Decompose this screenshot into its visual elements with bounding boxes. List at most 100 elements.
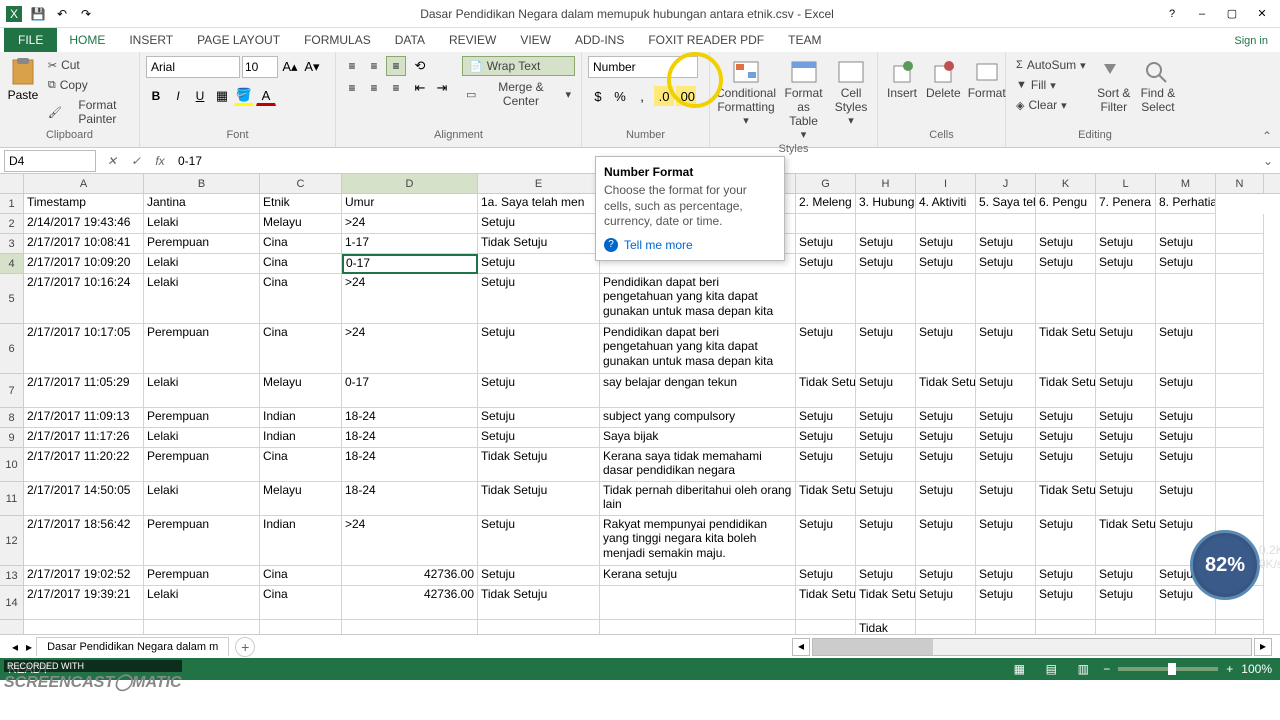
row-header[interactable]: 6	[0, 324, 24, 374]
cell[interactable]	[1216, 620, 1264, 634]
font-size-combo[interactable]	[242, 56, 278, 78]
cell[interactable]	[976, 620, 1036, 634]
cell[interactable]: Setuju	[1156, 374, 1216, 408]
cell[interactable]: Setuju	[1036, 566, 1096, 586]
cell[interactable]	[1216, 374, 1264, 408]
cell[interactable]: Tidak Setuju	[796, 374, 856, 408]
align-right-icon[interactable]: ≡	[386, 78, 406, 98]
cell[interactable]: Setuju	[916, 408, 976, 428]
cell[interactable]: 2/17/2017 10:17:05	[24, 324, 144, 374]
cell[interactable]	[1216, 254, 1264, 274]
align-middle-icon[interactable]: ≡	[364, 56, 384, 76]
cell[interactable]: Setuju	[478, 214, 600, 234]
cell[interactable]: Setuju	[976, 516, 1036, 566]
cell[interactable]: Setuju	[976, 234, 1036, 254]
cell[interactable]: Setuju	[1096, 566, 1156, 586]
cell[interactable]: >24	[342, 516, 478, 566]
cell[interactable]	[1096, 620, 1156, 634]
paste-button[interactable]: Paste	[6, 56, 40, 129]
cell[interactable]: >24	[342, 324, 478, 374]
cell[interactable]: Lelaki	[144, 214, 260, 234]
cell[interactable]: Perempuan	[144, 566, 260, 586]
col-header[interactable]: N	[1216, 174, 1264, 193]
cell[interactable]: 2/17/2017 11:09:13	[24, 408, 144, 428]
excel-icon[interactable]: X	[4, 4, 24, 24]
cell[interactable]: Tidak Setuju	[478, 234, 600, 254]
cell[interactable]: Setuju	[1036, 428, 1096, 448]
hscroll-right[interactable]: ▸	[1254, 638, 1272, 656]
expand-formula-bar-icon[interactable]: ⌄	[1256, 154, 1280, 168]
align-top-icon[interactable]: ≡	[342, 56, 362, 76]
cell[interactable]: Cina	[260, 566, 342, 586]
hscroll-left[interactable]: ◂	[792, 638, 810, 656]
fill-button[interactable]: ▼ Fill ▾	[1012, 76, 1090, 94]
cell[interactable]: Setuju	[916, 234, 976, 254]
cell[interactable]: Setuju	[1096, 482, 1156, 516]
cell[interactable]: 2/17/2017 11:17:26	[24, 428, 144, 448]
cell-styles-button[interactable]: Cell Styles▾	[831, 56, 871, 143]
sheet-nav-next[interactable]: ▸	[22, 640, 36, 654]
cell[interactable]: Setuju	[1036, 408, 1096, 428]
cell[interactable]	[24, 620, 144, 634]
cell[interactable]: Perempuan	[144, 448, 260, 482]
cell[interactable]: Setuju	[478, 516, 600, 566]
number-format-combo[interactable]	[588, 56, 698, 78]
cell[interactable]: Setuju	[478, 428, 600, 448]
cell[interactable]: Melayu	[260, 482, 342, 516]
enter-formula-icon[interactable]: ✓	[124, 150, 148, 172]
cell[interactable]: Perempuan	[144, 516, 260, 566]
row-header[interactable]: 4	[0, 254, 24, 274]
cell[interactable]: Perempuan	[144, 234, 260, 254]
pagelayout-tab[interactable]: PAGE LAYOUT	[185, 28, 292, 52]
cell[interactable]: Setuju	[1156, 448, 1216, 482]
col-header[interactable]: B	[144, 174, 260, 193]
col-header[interactable]: D	[342, 174, 478, 193]
cell[interactable]: Setuju	[916, 428, 976, 448]
cell[interactable]: Tidak Setuju	[478, 482, 600, 516]
review-tab[interactable]: REVIEW	[437, 28, 508, 52]
cell[interactable]: Setuju	[1156, 234, 1216, 254]
cell[interactable]: 42736.00	[342, 566, 478, 586]
cell[interactable]: Setuju	[976, 254, 1036, 274]
cells-insert-button[interactable]: Insert	[884, 56, 920, 129]
cell[interactable]: Tidak Setuju	[796, 586, 856, 620]
zoom-in-icon[interactable]: +	[1226, 662, 1233, 676]
tell-me-more-link[interactable]: Tell me more	[604, 238, 776, 252]
cut-button[interactable]: ✂ Cut	[44, 56, 133, 74]
cell[interactable]	[796, 274, 856, 324]
col-header[interactable]: K	[1036, 174, 1096, 193]
page-layout-view-icon[interactable]: ▤	[1039, 660, 1063, 678]
cell[interactable]	[1216, 214, 1264, 234]
italic-button[interactable]: I	[168, 86, 188, 106]
col-header[interactable]: M	[1156, 174, 1216, 193]
col-header[interactable]: I	[916, 174, 976, 193]
home-tab[interactable]: HOME	[57, 28, 117, 52]
cell[interactable]: Setuju	[796, 448, 856, 482]
view-tab[interactable]: VIEW	[508, 28, 563, 52]
grow-font-icon[interactable]: A▴	[280, 57, 300, 77]
cell[interactable]: Cina	[260, 448, 342, 482]
cell[interactable]: Setuju	[856, 234, 916, 254]
cell[interactable]: Pendidikan dapat beri pengetahuan yang k…	[600, 324, 796, 374]
cell[interactable]: Indian	[260, 408, 342, 428]
cell[interactable]: Melayu	[260, 214, 342, 234]
cell[interactable]: Setuju	[1096, 408, 1156, 428]
cell[interactable]: Pendidikan dapat beri pengetahuan yang k…	[600, 274, 796, 324]
cell[interactable]	[1096, 214, 1156, 234]
cell[interactable]: Setuju	[916, 448, 976, 482]
cell[interactable]: subject yang compulsory	[600, 408, 796, 428]
cell[interactable]: 2/17/2017 10:09:20	[24, 254, 144, 274]
cell[interactable]: Indian	[260, 516, 342, 566]
cells-delete-button[interactable]: Delete	[924, 56, 963, 129]
col-header[interactable]: J	[976, 174, 1036, 193]
formulas-tab[interactable]: FORMULAS	[292, 28, 383, 52]
row-header[interactable]	[0, 620, 24, 634]
cell[interactable]: 1-17	[342, 234, 478, 254]
decrease-indent-icon[interactable]: ⇤	[410, 78, 430, 98]
cell[interactable]: 2/17/2017 11:05:29	[24, 374, 144, 408]
zoom-slider[interactable]	[1118, 667, 1218, 671]
cell[interactable]: 2. Meleng	[796, 194, 856, 214]
format-painter-button[interactable]: 🖌 Format Painter	[44, 96, 133, 128]
cell[interactable]: Kerana saya tidak memahami dasar pendidi…	[600, 448, 796, 482]
comma-icon[interactable]: ,	[632, 86, 652, 106]
